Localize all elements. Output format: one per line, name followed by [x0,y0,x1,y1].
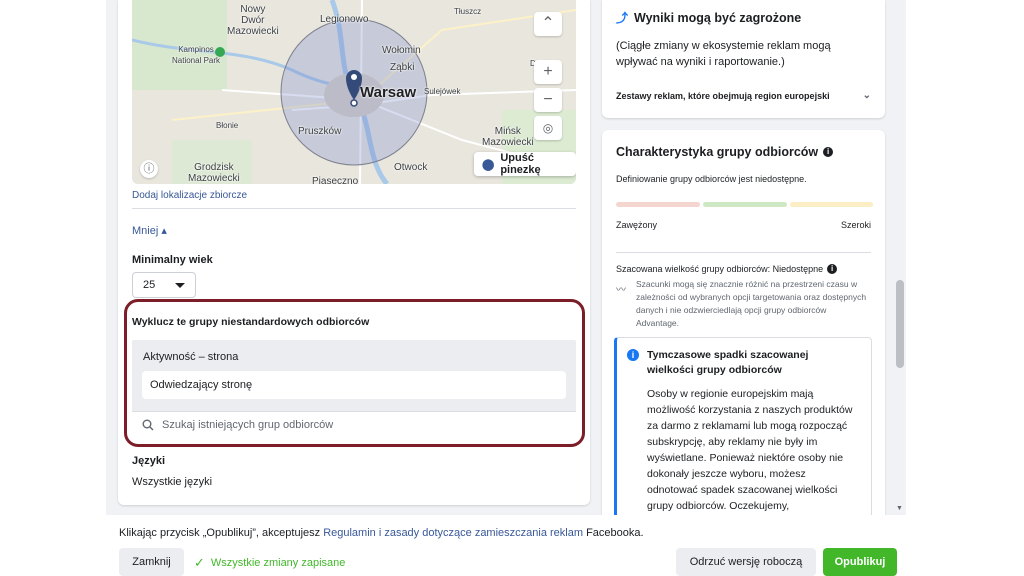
saved-status: ✓ Wszystkie zmiany zapisane [194,555,345,571]
meter-segment-broad [790,202,873,207]
eu-adsets-accordion[interactable]: Zestawy reklam, które obejmują region eu… [616,90,871,101]
zoom-in-button[interactable]: + [534,60,562,84]
estimated-size-text: Szacowana wielkość grupy odbiorców: Nied… [616,264,824,274]
meter-narrow-label: Zawężony [616,220,658,230]
audience-settings-card: Nowy Dwór Mazowiecki Legionowo Tłuszcz Kam… [118,0,590,505]
languages-label: Języki [132,455,166,467]
warning-title-text: Wyniki mogą być zagrożone [634,10,802,25]
pin-icon: ⬤ [482,158,495,171]
temporary-drop-notice: i Tymczasowe spadki szacowanej wielkości… [614,337,872,515]
location-map[interactable]: Nowy Dwór Mazowiecki Legionowo Tłuszcz Kam… [132,0,576,184]
add-bulk-locations-link[interactable]: Dodaj lokalizacje zbiorcze [132,190,247,201]
terms-link[interactable]: Regulamin i zasady dotyczące zamieszczan… [323,527,583,539]
audience-search-placeholder: Szukaj istniejących grup odbiorców [162,418,334,431]
info-icon[interactable]: i [827,264,838,274]
excluded-audience-chip[interactable]: Odwiedzający stronę [142,371,566,399]
minimum-age-select[interactable]: 25 [132,272,196,298]
scrollbar-thumb[interactable] [896,280,904,368]
notice-title: Tymczasowe spadki szacowanej wielkości g… [647,349,809,376]
minimum-age-label: Minimalny wiek [132,254,213,266]
estimated-size-title: Szacowana wielkość grupy odbiorców: Nied… [616,264,838,274]
terms-text-after: Facebooka. [583,527,644,539]
drop-pin-label: Upuść pinezkę [500,152,541,176]
audience-definition-title: Charakterystyka grupy odbiorców i [616,145,834,159]
locate-icon[interactable]: ◎ [534,116,562,140]
publish-button[interactable]: Opublikuj [823,548,897,576]
terms-notice: Klikając przycisk „Opublikuj”, akceptuje… [119,527,644,539]
drop-pin-button[interactable]: ⬤ Upuść pinezkę [474,152,576,176]
warning-description: (Ciągłe zmiany w ekosystemie reklam mogą… [616,40,831,68]
warning-title: ⤴ Wyniki mogą być zagrożone [616,9,801,26]
saved-status-text: Wszystkie zmiany zapisane [210,557,346,569]
meter-segment-narrow [616,202,700,207]
audience-search-input[interactable]: Szukaj istniejących grup odbiorców [132,411,576,437]
scrollbar[interactable]: ▼ [895,0,905,515]
info-icon[interactable]: i [823,147,834,157]
checkmark-icon: ✓ [194,555,205,570]
minimum-age-value: 25 [143,279,156,291]
excluded-group-label: Aktywność – strona [143,351,239,363]
divider [132,208,576,209]
terms-text-before: Klikając przycisk „Opublikuj”, akceptuje… [119,527,324,539]
close-button[interactable]: Zamknij [119,548,184,576]
search-icon [142,419,154,430]
performance-warning-card: ⤴ Wyniki mogą być zagrożone (Ciągłe zmia… [602,0,885,118]
info-icon[interactable]: ⓘ [140,160,158,178]
info-icon: i [627,349,639,361]
chevron-down-icon: ⌄ [862,90,871,101]
ad-set-editor: Nowy Dwór Mazowiecki Legionowo Tłuszcz Kam… [106,0,906,515]
discard-draft-button[interactable]: Odrzuć wersję roboczą [676,548,816,576]
exclude-audiences-title: Wyklucz te grupy niestandardowych odbior… [132,316,370,328]
chevron-up-icon[interactable]: ⌃ [534,12,562,36]
exclude-audiences-section: Wyklucz te grupy niestandardowych odbior… [118,300,590,448]
right-sidebar: ⤴ Wyniki mogą być zagrożone (Ciągłe zmia… [602,0,885,515]
trend-icon: ⤴ [616,11,629,25]
audience-title-text: Charakterystyka grupy odbiorców [616,145,819,159]
show-less-link[interactable]: Mniej ▴ [132,224,167,237]
excluded-audiences-panel: Aktywność – strona Odwiedzający stronę S… [132,340,576,437]
languages-value[interactable]: Wszystkie języki [132,476,212,488]
meter-segment-mid [703,202,787,207]
audience-definition-subtitle: Definiowanie grupy odbiorców jest niedos… [616,174,807,184]
estimated-size-description: Szacunki mogą się znacznie różnić na prz… [636,279,867,328]
audience-definition-card: Charakterystyka grupy odbiorców i Defini… [602,130,885,515]
notice-body: Osoby w regionie europejskim mają możliw… [647,388,853,512]
eu-adsets-label: Zestawy reklam, które obejmują region eu… [616,90,830,101]
zoom-out-button[interactable]: − [534,88,562,112]
meter-broad-label: Szeroki [840,220,871,230]
divider [616,252,871,253]
trend-line-icon: 〰 [616,285,626,296]
scroll-down-icon[interactable]: ▼ [896,505,903,512]
caret-down-icon [175,282,185,288]
